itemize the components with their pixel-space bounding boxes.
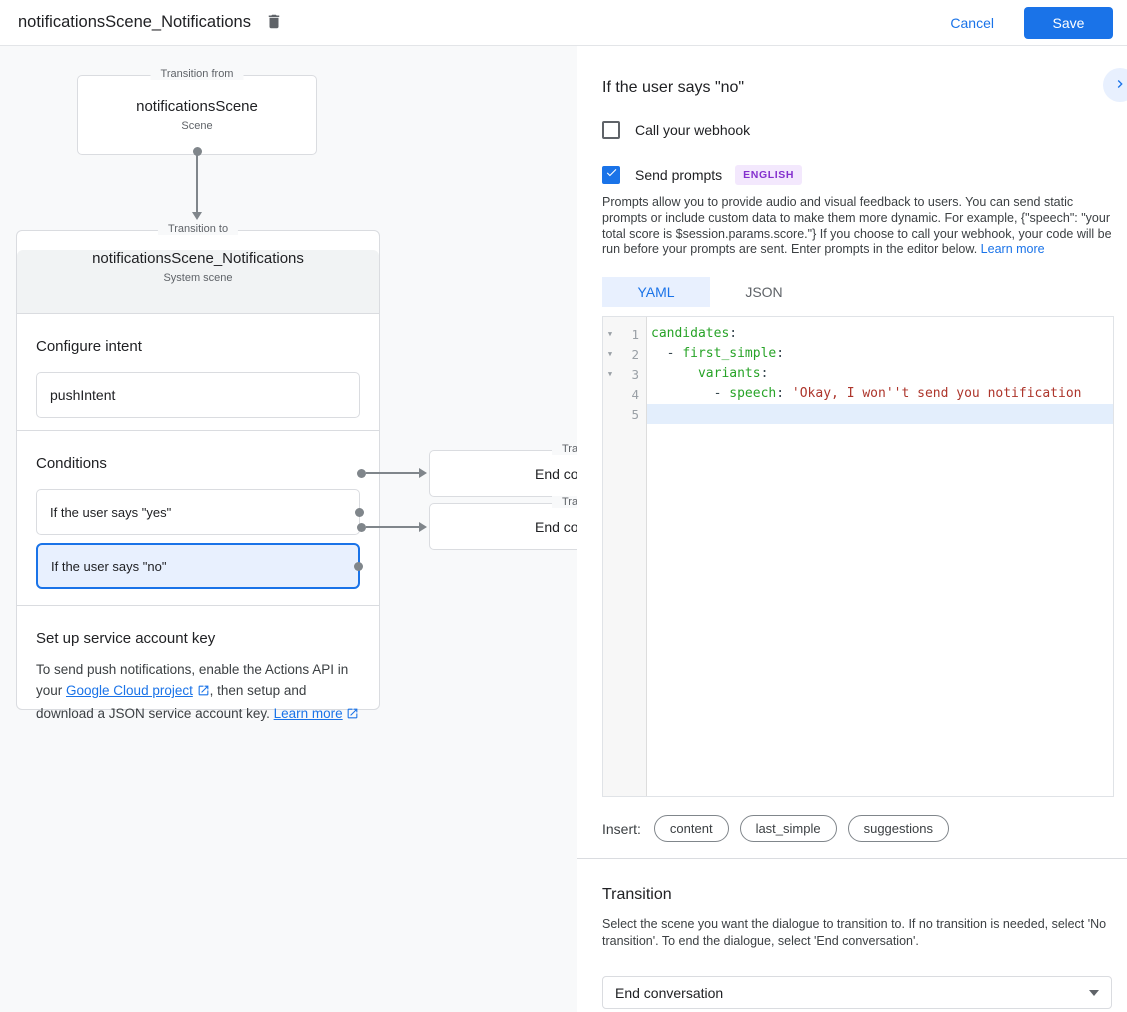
gutter-line[interactable]: ▼2 [603,344,646,364]
condition-label: If the user says "yes" [50,505,171,520]
webhook-checkbox-row: Call your webhook [602,121,1113,139]
connector-dot [357,523,366,532]
google-cloud-project-link[interactable]: Google Cloud project [66,683,193,698]
service-account-section: Set up service account key To send push … [17,605,379,746]
code-line[interactable]: variants: [647,364,1113,384]
insert-label: Insert: [602,821,641,837]
scene-flow-canvas: Transition from notificationsScene Scene… [0,46,577,1012]
connector-arrowhead-icon [192,212,202,220]
page-title: notificationsScene_Notifications [18,13,251,32]
editor-format-tabs: YAML JSON [602,277,1113,307]
connector-line [366,472,419,474]
gutter-line: 5 [603,404,646,424]
prompts-description: Prompts allow you to provide audio and v… [602,195,1118,258]
connector-dot [357,469,366,478]
transition-from-legend: Transition from [151,68,244,80]
line-number: 4 [617,387,646,402]
transition-heading: Transition [602,886,1113,904]
fold-arrow-icon[interactable]: ▼ [603,330,617,338]
cancel-button[interactable]: Cancel [950,15,994,31]
scene-type: System scene [17,272,379,284]
gutter-line: 4 [603,384,646,404]
scene-editor-page: notificationsScene_Notifications Cancel … [0,0,1127,1012]
condition-item-yes[interactable]: If the user says "yes" [36,489,360,535]
prompts-checkbox-row: Send prompts ENGLISH [602,165,1113,185]
condition-item-no[interactable]: If the user says "no" [36,543,360,589]
service-account-heading: Set up service account key [36,606,360,647]
gutter-line[interactable]: ▼1 [603,324,646,344]
checkmark-icon [605,166,618,184]
end-node-legend: Transition to [552,443,577,455]
tab-yaml[interactable]: YAML [602,277,710,307]
dropdown-caret-icon [1089,990,1099,996]
condition-detail-panel: If the user says "no" Call your webhook … [577,46,1127,1012]
fold-arrow-icon[interactable]: ▼ [603,350,617,358]
code-line[interactable]: - first_simple: [647,344,1113,364]
insert-chips: content last_simple suggestions [654,815,960,842]
line-number: 2 [617,347,646,362]
from-scene-name: notificationsScene [78,98,316,115]
intent-item[interactable]: pushIntent [36,372,360,418]
transition-to-legend: Transition to [158,223,238,235]
configure-intent-heading: Configure intent [36,314,360,355]
intent-name: pushIntent [50,387,115,403]
tab-json[interactable]: JSON [710,277,818,307]
editor-gutter: ▼1▼2▼345 [603,317,647,796]
conditions-heading: Conditions [36,431,360,472]
insert-chip-last_simple[interactable]: last_simple [740,815,837,842]
scene-name: notificationsScene_Notifications [17,250,379,267]
conditions-section: Conditions If the user says "yes" If the… [17,430,379,605]
webhook-checkbox[interactable] [602,121,620,139]
condition-connector-dot [354,562,363,571]
code-line[interactable] [647,404,1113,424]
connector-arrowhead-icon [419,522,427,532]
scene-card-header: notificationsScene_Notifications System … [17,250,379,314]
end-conversation-node[interactable]: Transition to End conversation [429,503,577,550]
language-badge: ENGLISH [735,165,802,185]
gutter-line[interactable]: ▼3 [603,364,646,384]
prompts-checkbox[interactable] [602,166,620,184]
code-line[interactable]: - speech: 'Okay, I won''t send you notif… [647,384,1113,404]
line-number: 3 [617,367,646,382]
end-node-label: End conversation [535,466,577,482]
prompt-code-editor[interactable]: ▼1▼2▼345 candidates: - first_simple: var… [602,316,1114,797]
transition-from-node[interactable]: Transition from notificationsScene Scene [77,75,317,155]
line-number: 5 [617,407,646,422]
panel-divider [577,858,1127,859]
learn-more-link[interactable]: Learn more [981,242,1045,256]
transition-dropdown[interactable]: End conversation [602,976,1112,1009]
scene-card: Transition to notificationsScene_Notific… [16,230,380,710]
condition-label: If the user says "no" [51,559,166,574]
code-lines[interactable]: candidates: - first_simple: variants: - … [647,317,1113,796]
learn-more-link[interactable]: Learn more [274,706,343,721]
service-account-text: To send push notifications, enable the A… [36,659,360,726]
code-line[interactable]: candidates: [647,324,1113,344]
configure-intent-section: Configure intent pushIntent [17,314,379,430]
transition-description: Select the scene you want the dialogue t… [602,916,1118,950]
panel-title: If the user says "no" [602,79,1113,97]
end-node-label: End conversation [535,519,577,535]
trash-icon [265,12,283,34]
insert-chip-suggestions[interactable]: suggestions [848,815,949,842]
chevron-right-icon [1112,76,1127,95]
end-conversation-node[interactable]: Transition to End conversation [429,450,577,497]
connector-line [196,155,198,212]
prompts-checkbox-label: Send prompts [635,167,722,183]
fold-arrow-icon[interactable]: ▼ [603,370,617,378]
connector-arrowhead-icon [419,468,427,478]
external-link-icon[interactable] [346,705,359,726]
connector-line [366,526,419,528]
line-number: 1 [617,327,646,342]
top-bar: notificationsScene_Notifications Cancel … [0,0,1127,46]
webhook-checkbox-label: Call your webhook [635,122,750,138]
insert-chip-content[interactable]: content [654,815,729,842]
transition-dropdown-value: End conversation [615,985,723,1001]
save-button[interactable]: Save [1024,7,1113,39]
from-scene-type: Scene [78,120,316,132]
insert-row: Insert: content last_simple suggestions [602,815,1113,842]
external-link-icon[interactable] [197,682,210,703]
end-node-legend: Transition to [552,496,577,508]
condition-connector-dot [355,508,364,517]
delete-scene-button[interactable] [265,12,283,34]
